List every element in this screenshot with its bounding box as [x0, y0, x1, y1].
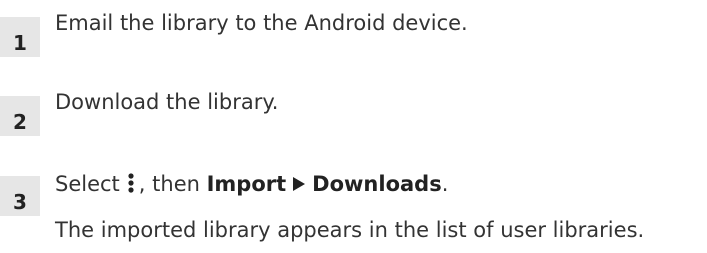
step-number: 2 — [0, 96, 40, 136]
step-text-suffix: . — [441, 172, 449, 196]
menu-item-import: Import — [206, 172, 287, 196]
step-number: 3 — [0, 176, 40, 216]
step-text-middle: , then — [138, 172, 200, 196]
step-text: Email the library to the Android device. — [55, 11, 468, 35]
right-triangle-icon — [293, 177, 306, 191]
result-text: The imported library appears in the list… — [55, 218, 645, 242]
step-number: 1 — [0, 17, 40, 57]
step-text: Select , then Import Downloads. — [55, 170, 448, 198]
more-vertical-icon — [128, 173, 134, 193]
step-text: Download the library. — [55, 90, 279, 114]
menu-item-downloads: Downloads — [312, 172, 442, 196]
step-text-prefix: Select — [55, 172, 120, 196]
